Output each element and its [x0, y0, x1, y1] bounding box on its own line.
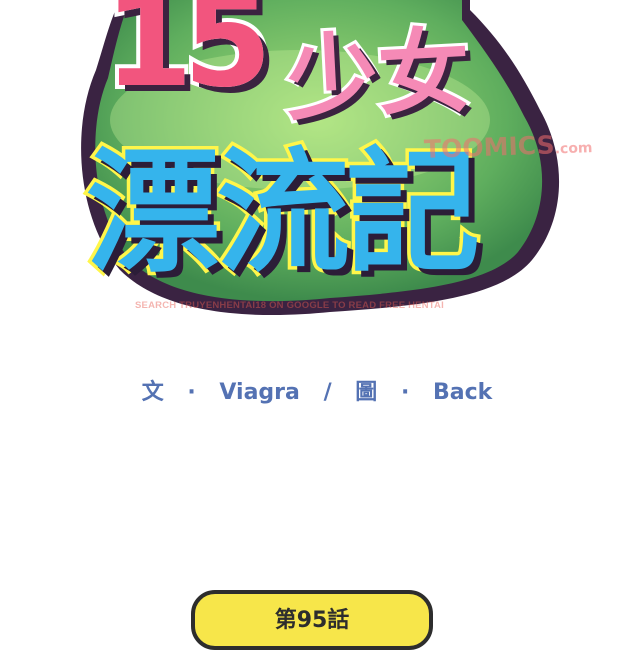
credits-separator: · [187, 380, 196, 405]
episode-badge: 第95話 [191, 590, 433, 650]
toomics-brand-text: TOOMICS [423, 130, 556, 164]
episode-label: 第95話 [274, 608, 350, 633]
logo-girl-text: 少女 [280, 14, 475, 136]
title-logo: 15 少女 漂流記 TOOMICS.com SEARCH TRUYENHENTA… [0, 0, 634, 330]
toomics-brand-suffix: .com [554, 140, 593, 158]
search-watermark-text: SEARCH TRUYENHENTAI18 ON GOOGLE TO READ … [135, 300, 444, 311]
artist-label: 圖 [355, 380, 378, 405]
logo-number: 15 [100, 0, 276, 116]
credits-separator: · [400, 380, 410, 405]
writer-name: Viagra [219, 380, 300, 405]
credits-slash: / [323, 380, 332, 405]
toomics-watermark: TOOMICS.com [424, 129, 593, 164]
artist-name: Back [433, 380, 493, 405]
logo-main-text: 漂流記 [82, 135, 483, 291]
writer-label: 文 [141, 380, 164, 405]
credits-line: 文 · Viagra / 圖 · Back [0, 374, 634, 406]
